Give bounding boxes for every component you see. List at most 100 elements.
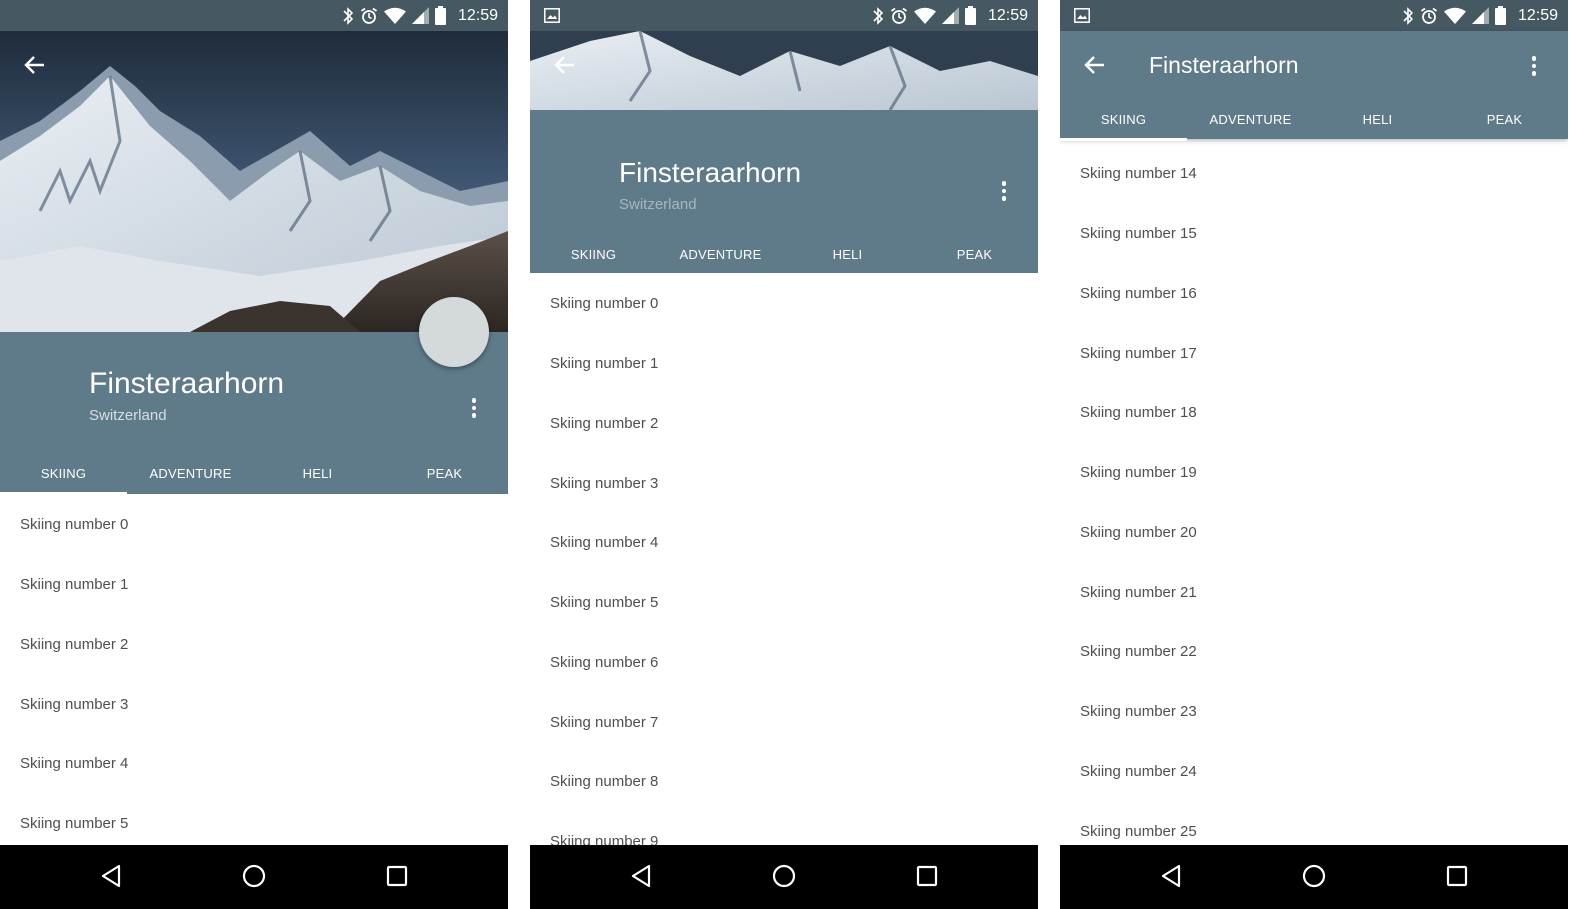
- list-item[interactable]: Skiing number 16: [1060, 264, 1568, 324]
- nav-recents-icon[interactable]: [382, 861, 412, 891]
- list-item[interactable]: Skiing number 1: [0, 555, 508, 615]
- tab-skiing[interactable]: SKIING: [530, 232, 657, 276]
- wifi-icon: [383, 7, 406, 24]
- list-item[interactable]: Skiing number 0: [0, 495, 508, 555]
- mountain-header-image: [0, 31, 508, 332]
- nav-recents-icon[interactable]: [1442, 861, 1472, 891]
- image-notification-icon: [544, 8, 560, 23]
- list-item[interactable]: Skiing number 20: [1060, 503, 1568, 563]
- list-item[interactable]: Skiing number 23: [1060, 682, 1568, 742]
- back-arrow-icon[interactable]: [551, 51, 579, 79]
- screen-expanded: 12:59 Finsteraarhorn Switzerland SKIING …: [0, 0, 508, 909]
- more-vert-icon[interactable]: [462, 396, 486, 420]
- tab-peak[interactable]: PEAK: [911, 232, 1038, 276]
- nav-back-icon[interactable]: [1157, 861, 1187, 891]
- status-icons: 12:59: [342, 0, 498, 31]
- wifi-icon: [1443, 7, 1466, 24]
- signal-icon: [1471, 7, 1489, 24]
- alarm-icon: [890, 7, 907, 24]
- list-item[interactable]: Skiing number 8: [530, 752, 1038, 812]
- status-icons: 12:59: [1402, 0, 1558, 31]
- nav-home-icon[interactable]: [769, 861, 799, 891]
- image-notification-icon: [1074, 8, 1090, 23]
- tab-adventure[interactable]: ADVENTURE: [657, 232, 784, 276]
- system-nav-bar: [0, 845, 508, 909]
- nav-recents-icon[interactable]: [912, 861, 942, 891]
- location-title: Finsteraarhorn: [89, 367, 285, 400]
- tab-adventure[interactable]: ADVENTURE: [127, 451, 254, 495]
- system-nav-bar: [530, 845, 1038, 909]
- tab-peak[interactable]: PEAK: [1441, 97, 1568, 141]
- location-subtitle: Switzerland: [619, 196, 697, 213]
- status-bar: 12:59: [0, 0, 508, 31]
- list-item[interactable]: Skiing number 24: [1060, 742, 1568, 802]
- signal-icon: [941, 7, 959, 24]
- list-item[interactable]: Skiing number 7: [530, 692, 1038, 752]
- location-title: Finsteraarhorn: [1149, 52, 1299, 78]
- nav-home-icon[interactable]: [239, 861, 269, 891]
- mountain-header-image: [530, 31, 1038, 110]
- more-vert-icon[interactable]: [1522, 54, 1546, 78]
- list-item[interactable]: Skiing number 21: [1060, 562, 1568, 622]
- list-item[interactable]: Skiing number 2: [0, 615, 508, 675]
- status-clock: 12:59: [1517, 6, 1558, 24]
- toolbar: Finsteraarhorn SKIING ADVENTURE HELI PEA…: [1060, 31, 1568, 141]
- battery-icon: [434, 6, 446, 25]
- skiing-list: Skiing number 0 Skiing number 1 Skiing n…: [530, 274, 1038, 872]
- skiing-list: Skiing number 14 Skiing number 15 Skiing…: [1060, 144, 1568, 861]
- tab-adventure[interactable]: ADVENTURE: [1187, 97, 1314, 141]
- list-item[interactable]: Skiing number 0: [530, 274, 1038, 334]
- tab-skiing[interactable]: SKIING: [1060, 97, 1187, 141]
- bluetooth-icon: [873, 6, 884, 25]
- list-item[interactable]: Skiing number 17: [1060, 323, 1568, 383]
- status-bar: 12:59: [530, 0, 1038, 31]
- status-clock: 12:59: [457, 6, 498, 24]
- list-item[interactable]: Skiing number 4: [0, 734, 508, 794]
- nav-home-icon[interactable]: [1299, 861, 1329, 891]
- tab-peak[interactable]: PEAK: [381, 451, 508, 495]
- tab-heli[interactable]: HELI: [784, 232, 911, 276]
- skiing-list: Skiing number 0 Skiing number 1 Skiing n…: [0, 495, 508, 854]
- list-item[interactable]: Skiing number 22: [1060, 622, 1568, 682]
- tab-bar: SKIING ADVENTURE HELI PEAK: [530, 232, 1038, 276]
- floating-action-button[interactable]: [419, 297, 489, 367]
- alarm-icon: [360, 7, 377, 24]
- tab-heli[interactable]: HELI: [1314, 97, 1441, 141]
- battery-icon: [964, 6, 976, 25]
- alarm-icon: [1420, 7, 1437, 24]
- more-vert-icon[interactable]: [992, 179, 1016, 203]
- status-icons: 12:59: [872, 0, 1028, 31]
- list-item[interactable]: Skiing number 19: [1060, 443, 1568, 503]
- signal-icon: [411, 7, 429, 24]
- list-item[interactable]: Skiing number 3: [530, 453, 1038, 513]
- location-title: Finsteraarhorn: [619, 157, 802, 188]
- battery-icon: [1494, 6, 1506, 25]
- list-item[interactable]: Skiing number 1: [530, 334, 1038, 394]
- tab-bar: SKIING ADVENTURE HELI PEAK: [1060, 97, 1568, 141]
- list-item[interactable]: Skiing number 5: [530, 573, 1038, 633]
- list-item[interactable]: Skiing number 2: [530, 394, 1038, 454]
- bluetooth-icon: [1403, 6, 1414, 25]
- tab-bar: SKIING ADVENTURE HELI PEAK: [0, 451, 508, 495]
- screen-scrolling: 12:59 Finsteraarhorn Switzerland SKIING …: [530, 0, 1038, 909]
- list-item[interactable]: Skiing number 4: [530, 513, 1038, 573]
- tab-skiing[interactable]: SKIING: [0, 451, 127, 495]
- system-nav-bar: [1060, 845, 1568, 909]
- status-clock: 12:59: [987, 6, 1028, 24]
- back-arrow-icon[interactable]: [1081, 51, 1109, 79]
- nav-back-icon[interactable]: [627, 861, 657, 891]
- status-bar: 12:59: [1060, 0, 1568, 31]
- list-item[interactable]: Skiing number 3: [0, 674, 508, 734]
- list-item[interactable]: Skiing number 15: [1060, 204, 1568, 264]
- nav-back-icon[interactable]: [97, 861, 127, 891]
- wifi-icon: [913, 7, 936, 24]
- tab-heli[interactable]: HELI: [254, 451, 381, 495]
- header-panel: Finsteraarhorn Switzerland SKIING ADVENT…: [530, 110, 1038, 276]
- back-arrow-icon[interactable]: [21, 51, 49, 79]
- list-item[interactable]: Skiing number 14: [1060, 144, 1568, 204]
- screen-collapsed: 12:59 Finsteraarhorn SKIING ADVENTURE HE…: [1060, 0, 1568, 909]
- bluetooth-icon: [343, 6, 354, 25]
- location-subtitle: Switzerland: [89, 407, 167, 424]
- list-item[interactable]: Skiing number 18: [1060, 383, 1568, 443]
- list-item[interactable]: Skiing number 6: [530, 633, 1038, 693]
